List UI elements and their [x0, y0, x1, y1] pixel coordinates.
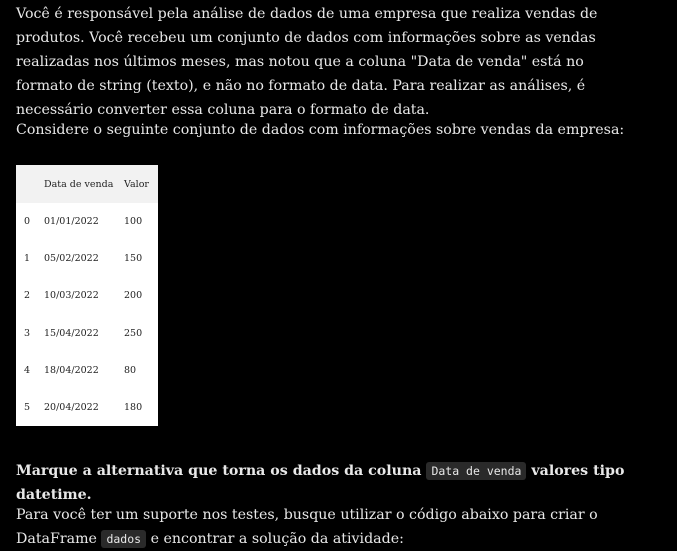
row-value: 180 — [124, 402, 143, 414]
row-date: 20/04/2022 — [44, 402, 99, 414]
row-index: 0 — [24, 216, 31, 228]
row-date: 18/04/2022 — [44, 364, 99, 376]
sales-table: Data de venda Valor 0 01/01/2022 100 1 0… — [16, 165, 158, 426]
row-value: 200 — [124, 290, 143, 302]
table-header-date: Data de venda — [44, 178, 114, 190]
row-date: 01/01/2022 — [44, 216, 99, 228]
table-row: 2 10/03/2022 200 — [16, 277, 158, 314]
row-index: 3 — [24, 327, 31, 339]
row-date: 10/03/2022 — [44, 290, 99, 302]
row-value: 250 — [124, 327, 143, 339]
support-paragraph: Para você ter um suporte nos testes, bus… — [16, 503, 636, 551]
table-header-value: Valor — [124, 178, 149, 190]
support-code-dataframe: dados — [101, 530, 147, 548]
row-value: 150 — [124, 253, 143, 265]
row-date: 05/02/2022 — [44, 253, 99, 265]
question-text-before: Marque a alternativa que torna os dados … — [16, 463, 427, 479]
row-value: 80 — [124, 364, 137, 376]
table-row: 5 20/04/2022 180 — [16, 389, 158, 426]
table-row: 4 18/04/2022 80 — [16, 352, 158, 389]
question-prompt: Marque a alternativa que torna os dados … — [16, 459, 661, 507]
intro-paragraph: Você é responsável pela análise de dados… — [16, 6, 598, 118]
row-index: 1 — [24, 253, 31, 265]
question-code-column: Data de venda — [426, 462, 527, 480]
table-header-index — [16, 165, 44, 203]
row-index: 5 — [24, 402, 31, 414]
row-index: 4 — [24, 364, 31, 376]
dataset-intro-paragraph: Considere o seguinte conjunto de dados c… — [16, 122, 625, 138]
row-date: 15/04/2022 — [44, 327, 99, 339]
row-value: 100 — [124, 216, 143, 228]
table-row: 0 01/01/2022 100 — [16, 203, 158, 240]
table-header-row: Data de venda Valor — [16, 165, 158, 203]
table-row: 3 15/04/2022 250 — [16, 315, 158, 352]
table-row: 1 05/02/2022 150 — [16, 240, 158, 277]
row-index: 2 — [24, 290, 31, 302]
support-text-after: e encontrar a solução da atividade: — [146, 531, 404, 547]
